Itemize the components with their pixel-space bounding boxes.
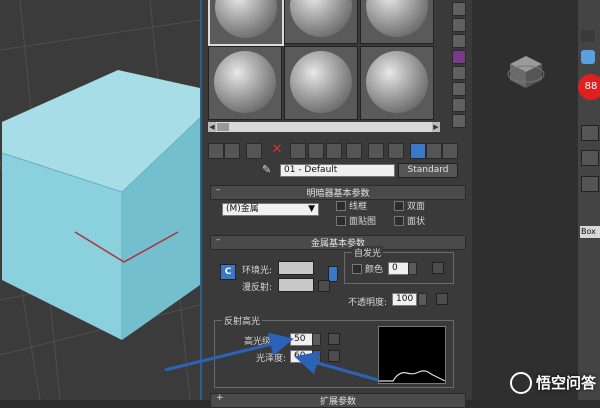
create-tab-icon[interactable] <box>581 30 595 42</box>
object-name-text: Box <box>581 227 596 236</box>
arrow-icon <box>294 351 379 382</box>
zoom-badge-text: 88 <box>584 81 598 92</box>
viewcube-icon[interactable] <box>506 52 546 92</box>
watermark: 悟空问答 <box>509 372 596 394</box>
watermark-logo-icon <box>509 372 532 394</box>
geometry-icon[interactable] <box>581 50 595 64</box>
command-panel-strip: 88 Box <box>578 0 600 400</box>
watermark-text: 悟空问答 <box>535 373 596 392</box>
viewcube-area <box>472 0 578 400</box>
panel-button-1[interactable] <box>581 125 599 141</box>
arrow-icon <box>164 332 294 372</box>
zoom-badge: 88 <box>578 74 600 100</box>
command-panel: 88 Box <box>472 0 600 400</box>
panel-button-3[interactable] <box>581 176 599 192</box>
object-name-field[interactable]: Box <box>580 226 600 238</box>
panel-button-2[interactable] <box>581 150 599 166</box>
